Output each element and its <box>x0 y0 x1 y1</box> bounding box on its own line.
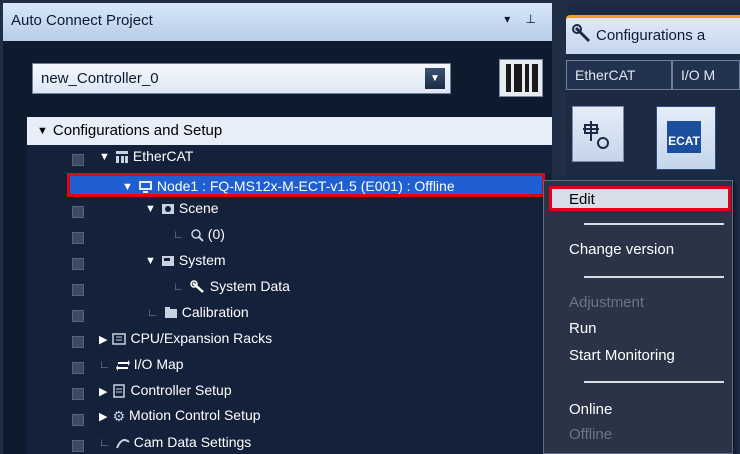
expand-triangle-icon[interactable]: ▶ <box>99 334 107 346</box>
tree-item-motion-control[interactable]: ▶ ⚙ Motion Control Setup <box>99 407 261 433</box>
tree-item-label: I/O Map <box>133 356 184 373</box>
subtab-ethercat[interactable]: EtherCAT <box>566 60 672 90</box>
status-square <box>72 414 84 426</box>
tree-item-label: System Data <box>209 278 290 295</box>
status-square <box>72 206 84 218</box>
tree-item-cam-data[interactable]: ∟ Cam Data Settings <box>99 433 251 454</box>
ethercat-network-icon <box>115 151 128 164</box>
editor-subtabs: EtherCAT I/O M <box>566 60 740 90</box>
tree-item-calibration[interactable]: ∟ Calibration <box>147 303 249 329</box>
project-tree: ▼ Configurations and Setup ▼ EtherCAT ▼ Nod… <box>27 117 552 454</box>
calibration-icon <box>164 307 177 319</box>
status-square <box>72 284 84 296</box>
scene-item-icon <box>191 229 204 243</box>
tree-item-label: Controller Setup <box>130 382 232 399</box>
status-square <box>72 232 84 244</box>
tree-root-label: Configurations and Setup <box>52 122 223 139</box>
status-square <box>72 310 84 322</box>
tree-item-ethercat[interactable]: ▼ EtherCAT <box>99 147 193 173</box>
menu-item-start-monitoring[interactable]: Start Monitoring <box>569 347 675 364</box>
tree-item-label: EtherCAT <box>132 148 194 165</box>
tree-item-controller-setup[interactable]: ▶ Controller Setup <box>99 381 232 407</box>
expand-triangle-icon[interactable]: ▼ <box>99 151 110 163</box>
tree-item-label: Scene <box>178 200 219 217</box>
menu-separator <box>584 223 724 225</box>
gear-icon: ⚙ <box>112 408 126 425</box>
tree-item-node1[interactable]: ▼ Node1 : FQ-MS12x-M-ECT-v1.5 (E001) : Of… <box>67 173 545 197</box>
tree-item-scene[interactable]: ▼ Scene <box>145 199 219 225</box>
tree-item-label: Node1 : FQ-MS12x-M-ECT-v1.5 (E001) : Off… <box>156 178 455 194</box>
menu-item-run[interactable]: Run <box>569 320 597 337</box>
context-menu: Edit Change version Adjustment Run Start… <box>543 180 733 454</box>
tree-root-configurations[interactable]: ▼ Configurations and Setup <box>27 117 552 145</box>
ecat-button[interactable]: ECAT <box>656 106 716 170</box>
menu-item-offline: Offline <box>569 426 613 443</box>
status-square <box>72 258 84 270</box>
tree-item-cpu-racks[interactable]: ▶ CPU/Expansion Racks <box>99 329 272 355</box>
menu-item-change-version[interactable]: Change version <box>569 241 674 258</box>
tree-item-label: (0) <box>207 226 225 243</box>
controller-select-value: new_Controller_0 <box>41 70 159 87</box>
subtab-io-map[interactable]: I/O M <box>672 60 740 90</box>
ecat-icon: ECAT <box>667 121 701 153</box>
system-icon <box>161 256 174 267</box>
tab-configurations-label: Configurations a <box>596 27 706 44</box>
chevron-down-icon[interactable]: ▼ <box>425 68 445 89</box>
expand-triangle-icon[interactable]: ▶ <box>99 411 107 423</box>
status-square <box>72 336 84 348</box>
panel-title: Auto Connect Project <box>11 12 153 29</box>
tree-item-io-map[interactable]: ∟ I/O Map <box>99 355 184 381</box>
menu-item-adjustment: Adjustment <box>569 294 645 311</box>
tab-configurations[interactable]: Configurations a <box>566 15 740 54</box>
pin-icon[interactable]: ▾ ⊥ <box>504 12 542 26</box>
panel-title-bar: Auto Connect Project ▾ ⊥ <box>3 3 552 41</box>
tree-item-system-data[interactable]: ∟ System Data <box>173 277 290 303</box>
menu-separator <box>584 381 724 383</box>
tree-item-label: CPU/Expansion Racks <box>130 330 273 347</box>
status-square <box>72 154 84 166</box>
expand-triangle-icon[interactable]: ▼ <box>122 181 133 193</box>
scene-icon <box>161 204 174 215</box>
status-square <box>72 388 84 400</box>
tree-item-scene-0[interactable]: ∟ (0) <box>173 225 225 251</box>
expand-triangle-icon[interactable]: ▼ <box>37 125 48 137</box>
expand-triangle-icon[interactable]: ▼ <box>145 203 156 215</box>
tree-item-label: System <box>178 252 226 269</box>
tree-item-label: Motion Control Setup <box>129 407 261 424</box>
io-map-icon <box>115 360 130 372</box>
multiview-explorer-panel: Auto Connect Project ▾ ⊥ new_Controller_… <box>3 3 552 454</box>
network-topology-button[interactable] <box>572 106 624 162</box>
controller-setup-icon <box>113 384 126 399</box>
topology-icon <box>583 121 609 149</box>
menu-separator <box>584 276 724 278</box>
cam-data-icon <box>115 439 130 449</box>
tree-item-system[interactable]: ▼ System <box>145 251 226 277</box>
wrench-icon <box>190 280 204 294</box>
node-device-icon <box>138 181 152 194</box>
tree-item-label: Cam Data Settings <box>133 434 252 451</box>
menu-item-edit[interactable]: Edit <box>549 186 731 211</box>
tree-item-label: Calibration <box>181 304 249 321</box>
controller-status-icon[interactable] <box>499 59 543 97</box>
wrench-icon <box>572 24 591 43</box>
expand-triangle-icon[interactable]: ▼ <box>145 255 156 267</box>
status-square <box>72 362 84 374</box>
menu-item-online[interactable]: Online <box>569 401 612 418</box>
controller-select[interactable]: new_Controller_0 ▼ <box>32 63 451 94</box>
status-square <box>72 440 84 452</box>
expand-triangle-icon[interactable]: ▶ <box>99 386 107 398</box>
racks-icon <box>112 333 127 346</box>
